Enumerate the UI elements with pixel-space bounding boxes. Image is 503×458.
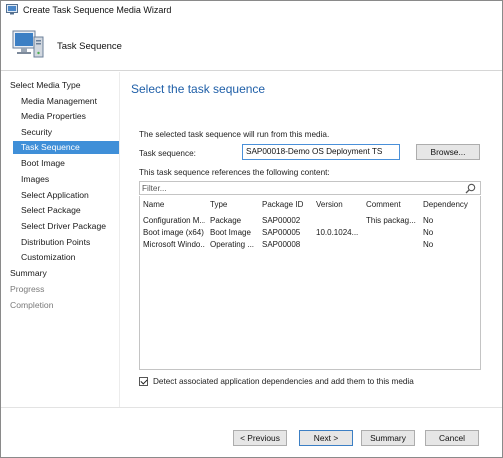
step-select-package[interactable]: Select Package [21,205,81,215]
detect-dependencies-checkbox[interactable] [139,377,148,386]
summary-button[interactable]: Summary [361,430,415,446]
cell-name: Configuration M... [143,216,205,225]
step-summary[interactable]: Summary [10,268,47,278]
cell-type: Package [210,216,242,225]
table-row[interactable]: Boot image (x64) Boot Image SAP00005 10.… [140,228,480,239]
step-completion: Completion [10,300,54,310]
step-media-management[interactable]: Media Management [21,96,97,106]
column-header-package-id[interactable]: Package ID [262,200,314,209]
cell-name: Microsoft Windo... [143,240,205,249]
column-header-dependency[interactable]: Dependency [423,200,478,209]
cell-package-id: SAP00005 [262,228,301,237]
step-progress: Progress [10,284,45,294]
title-bar: Create Task Sequence Media Wizard [1,1,502,19]
filter-box [139,181,481,195]
cell-package-id: SAP00002 [262,216,301,225]
referenced-content-label: This task sequence references the follow… [139,168,330,177]
task-sequence-label: Task sequence: [139,149,196,158]
table-row[interactable]: Configuration M... Package SAP00002 This… [140,216,480,227]
wizard-window: Create Task Sequence Media Wizard Task S… [0,0,503,458]
column-header-type[interactable]: Type [210,200,260,209]
cell-package-id: SAP00008 [262,240,301,249]
detect-dependencies-label: Detect associated application dependenci… [153,377,414,386]
header-title: Task Sequence [57,41,122,52]
table-row[interactable]: Microsoft Windo... Operating ... SAP0000… [140,240,480,251]
cell-type: Boot Image [210,228,251,237]
step-select-application[interactable]: Select Application [21,190,89,200]
column-header-comment[interactable]: Comment [366,200,420,209]
cell-dependency: No [423,216,434,225]
cancel-button[interactable]: Cancel [425,430,479,446]
column-header-name[interactable]: Name [143,200,205,209]
table-header-row: Name Type Package ID Version Comment Dep… [140,200,480,211]
filter-input[interactable] [142,183,462,194]
step-distribution-points[interactable]: Distribution Points [21,237,90,247]
task-sequence-field[interactable]: SAP00018-Demo OS Deployment TS [242,144,400,160]
step-media-properties[interactable]: Media Properties [21,111,86,121]
computer-icon [12,30,44,58]
cell-comment: This packag... [366,216,416,225]
content-table: Name Type Package ID Version Comment Dep… [139,196,481,370]
cell-version: 10.0.1024... [316,228,359,237]
cell-dependency: No [423,228,434,237]
step-select-driver-package[interactable]: Select Driver Package [21,221,106,231]
cell-name: Boot image (x64) [143,228,204,237]
step-select-media-type[interactable]: Select Media Type [10,80,81,90]
wizard-header: Task Sequence [1,19,502,71]
step-boot-image[interactable]: Boot Image [21,158,65,168]
wizard-app-icon [6,4,18,15]
window-title: Create Task Sequence Media Wizard [23,5,172,15]
step-security[interactable]: Security [21,127,52,137]
description-text: The selected task sequence will run from… [139,130,330,139]
column-header-version[interactable]: Version [316,200,364,209]
cell-type: Operating ... [210,240,255,249]
wizard-steps-sidebar: Select Media Type Media Management Media… [1,72,119,407]
page-title: Select the task sequence [131,82,266,96]
browse-button[interactable]: Browse... [416,144,480,160]
wizard-footer: < Previous Next > Summary Cancel [1,407,502,457]
step-customization[interactable]: Customization [21,252,75,262]
cell-dependency: No [423,240,434,249]
previous-button[interactable]: < Previous [233,430,287,446]
step-images[interactable]: Images [21,174,49,184]
wizard-content: Select the task sequence The selected ta… [119,72,502,407]
search-icon[interactable] [465,183,476,194]
next-button[interactable]: Next > [299,430,353,446]
step-task-sequence[interactable]: Task Sequence [13,141,119,154]
